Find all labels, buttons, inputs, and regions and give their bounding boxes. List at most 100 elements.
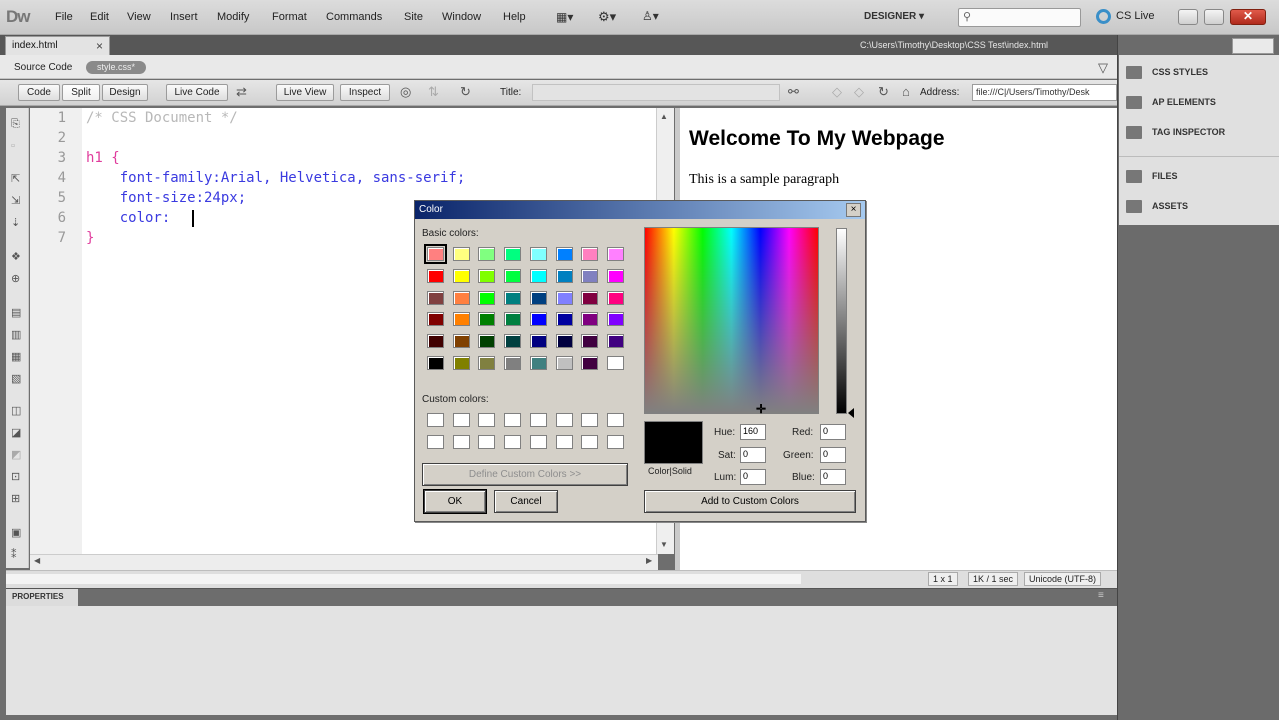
- basic-color-swatch[interactable]: [478, 247, 496, 261]
- code-line[interactable]: color:: [86, 210, 171, 226]
- close-icon[interactable]: ×: [846, 203, 861, 217]
- basic-color-swatch[interactable]: [427, 312, 444, 327]
- address-input[interactable]: file:///C|/Users/Timothy/Desk: [972, 84, 1117, 101]
- custom-color-swatch[interactable]: [606, 435, 624, 449]
- custom-color-swatch[interactable]: [427, 435, 444, 449]
- basic-color-swatch[interactable]: [529, 247, 547, 261]
- menu-format[interactable]: Format: [272, 11, 307, 23]
- lum-field[interactable]: 0: [740, 469, 766, 485]
- menu-help[interactable]: Help: [503, 11, 526, 23]
- line-numbers-icon[interactable]: ▤: [11, 306, 21, 319]
- custom-color-swatch[interactable]: [529, 413, 547, 427]
- filter-icon[interactable]: ▽: [1098, 60, 1108, 76]
- basic-color-swatch[interactable]: [478, 290, 496, 305]
- panel-assets[interactable]: ASSETS: [1126, 200, 1188, 213]
- syntax-error-icon[interactable]: ▦: [11, 350, 21, 363]
- basic-color-swatch[interactable]: [581, 334, 599, 349]
- open-documents-icon[interactable]: ⎘: [11, 118, 20, 131]
- basic-color-swatch[interactable]: [529, 312, 547, 327]
- related-file-style-css[interactable]: style.css*: [86, 61, 146, 74]
- tag-selector[interactable]: [6, 574, 801, 584]
- page-paragraph[interactable]: This is a sample paragraph: [689, 172, 839, 188]
- minimize-button[interactable]: [1178, 9, 1198, 25]
- green-field[interactable]: 0: [820, 447, 846, 463]
- blue-field[interactable]: 0: [820, 469, 846, 485]
- panel-tag-inspector[interactable]: TAG INSPECTOR: [1126, 126, 1225, 139]
- add-to-custom-colors-button[interactable]: Add to Custom Colors: [644, 490, 856, 513]
- color-dialog-titlebar[interactable]: [415, 201, 865, 219]
- expand-all-icon[interactable]: ⇣: [11, 216, 20, 229]
- basic-color-swatch[interactable]: [504, 268, 522, 283]
- document-tab[interactable]: index.html: [5, 36, 110, 55]
- live-view-button[interactable]: Live View: [276, 84, 334, 101]
- preview-browser-icon[interactable]: ◎: [400, 84, 411, 100]
- crosshair-icon[interactable]: ✛: [756, 402, 766, 416]
- basic-color-swatch[interactable]: [529, 268, 547, 283]
- basic-color-swatch[interactable]: [581, 290, 599, 305]
- basic-color-swatch[interactable]: [555, 334, 573, 349]
- basic-color-swatch[interactable]: [478, 334, 496, 349]
- custom-color-swatch[interactable]: [555, 413, 573, 427]
- menu-commands[interactable]: Commands: [326, 11, 382, 23]
- panel-files[interactable]: FILES: [1126, 170, 1178, 183]
- basic-color-swatch[interactable]: [427, 290, 444, 305]
- basic-color-swatch[interactable]: [606, 268, 624, 283]
- title-input[interactable]: [532, 84, 780, 101]
- word-wrap-icon[interactable]: ▧: [11, 372, 21, 385]
- forward-icon[interactable]: ◇: [854, 84, 864, 100]
- window-size[interactable]: 1 x 1: [928, 572, 958, 586]
- back-icon[interactable]: ◇: [832, 84, 842, 100]
- site-icon[interactable]: ♙▾: [642, 9, 659, 23]
- basic-color-swatch[interactable]: [581, 356, 599, 370]
- menu-modify[interactable]: Modify: [217, 11, 249, 23]
- format-source-icon[interactable]: ⁑: [11, 548, 17, 561]
- menu-site[interactable]: Site: [404, 11, 423, 23]
- code-view-button[interactable]: Code: [18, 84, 60, 101]
- basic-color-swatch[interactable]: [555, 312, 573, 327]
- basic-color-swatch[interactable]: [606, 356, 624, 370]
- code-line[interactable]: }: [86, 230, 94, 246]
- workspace-switcher[interactable]: DESIGNER ▾: [864, 11, 924, 22]
- panel-ap-elements[interactable]: AP ELEMENTS: [1126, 96, 1216, 109]
- custom-color-swatch[interactable]: [555, 435, 573, 449]
- browser-refresh-icon[interactable]: ↻: [878, 84, 889, 100]
- design-view-button[interactable]: Design: [102, 84, 148, 101]
- hue-field[interactable]: 160: [740, 424, 766, 440]
- basic-color-swatch[interactable]: [581, 247, 599, 261]
- live-code-button[interactable]: Live Code: [166, 84, 228, 101]
- ok-button[interactable]: OK: [423, 489, 487, 514]
- basic-color-swatch[interactable]: [504, 356, 522, 370]
- panel-menu-icon[interactable]: ≡: [1098, 590, 1104, 601]
- scroll-up-icon[interactable]: ▲: [660, 112, 668, 121]
- basic-color-swatch[interactable]: [504, 247, 522, 261]
- gear-icon[interactable]: ⚙▾: [598, 9, 616, 25]
- basic-color-swatch[interactable]: [427, 334, 444, 349]
- basic-color-swatch[interactable]: [581, 268, 599, 283]
- search-input[interactable]: [958, 8, 1081, 27]
- properties-tab[interactable]: PROPERTIES: [6, 589, 78, 606]
- custom-color-swatch[interactable]: [581, 435, 599, 449]
- home-icon[interactable]: ⌂: [902, 84, 910, 99]
- scroll-down-icon[interactable]: ▼: [660, 540, 668, 549]
- color-spectrum[interactable]: [644, 227, 819, 414]
- refresh-icon[interactable]: ↻: [460, 84, 471, 100]
- visual-aids-icon[interactable]: ⚯: [788, 84, 799, 100]
- wrap-tag-icon[interactable]: ◩: [11, 448, 21, 461]
- tab-close-icon[interactable]: ×: [96, 39, 103, 53]
- maximize-button[interactable]: [1204, 9, 1224, 25]
- check-browser-icon[interactable]: ⇄: [236, 84, 247, 100]
- basic-color-swatch[interactable]: [452, 334, 470, 349]
- basic-color-swatch[interactable]: [606, 312, 624, 327]
- luminance-slider[interactable]: [836, 228, 847, 414]
- basic-color-swatch[interactable]: [504, 312, 522, 327]
- menu-view[interactable]: View: [127, 11, 151, 23]
- basic-color-swatch[interactable]: [529, 356, 547, 370]
- cs-live-button[interactable]: CS Live: [1116, 10, 1155, 22]
- custom-color-swatch[interactable]: [452, 435, 470, 449]
- menu-file[interactable]: File: [55, 11, 73, 23]
- basic-color-swatch[interactable]: [452, 290, 470, 305]
- code-horizontal-scrollbar[interactable]: [30, 554, 658, 570]
- basic-color-swatch[interactable]: [555, 268, 573, 283]
- basic-color-swatch[interactable]: [452, 247, 470, 261]
- code-line[interactable]: h1 {: [86, 150, 120, 166]
